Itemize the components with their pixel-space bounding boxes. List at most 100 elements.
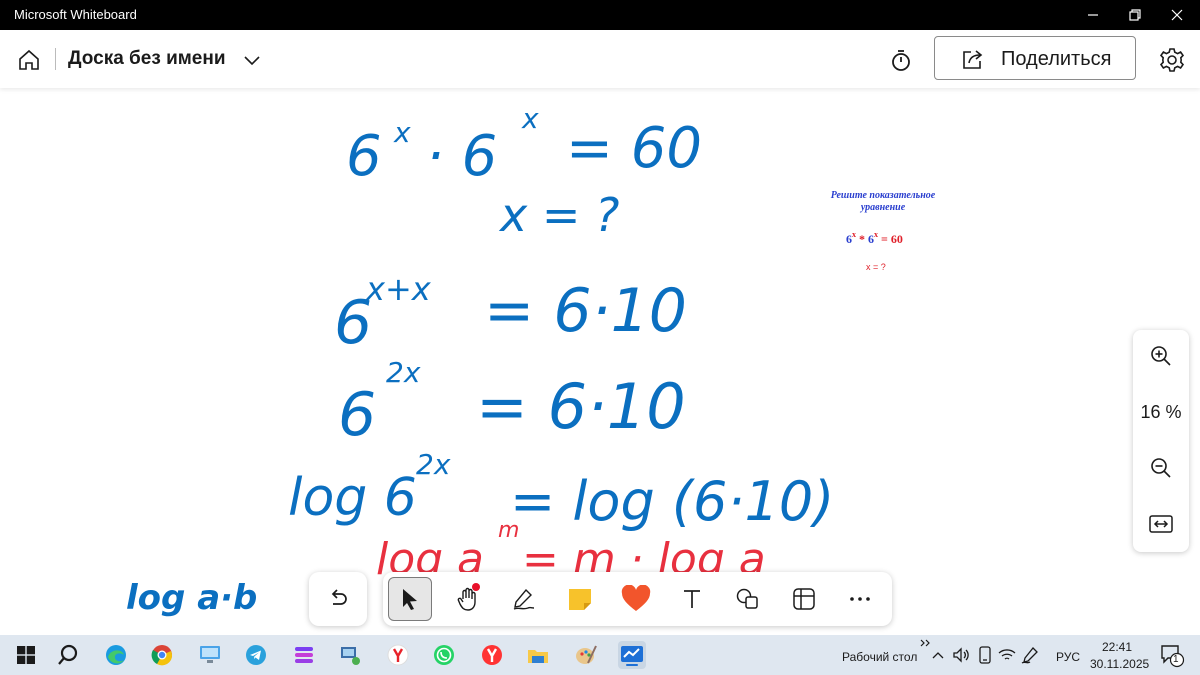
whatsapp-icon[interactable] bbox=[430, 641, 458, 669]
minimize-icon[interactable] bbox=[1072, 0, 1114, 30]
clock-date[interactable]: 30.11.2025 bbox=[1090, 657, 1149, 671]
restore-icon[interactable] bbox=[1114, 0, 1156, 30]
sticky-note-tool[interactable] bbox=[558, 577, 602, 621]
ink-eq1-mid[interactable]: · 6 bbox=[426, 124, 497, 189]
yandex-browser-icon[interactable] bbox=[384, 641, 412, 669]
zoom-in-button[interactable] bbox=[1147, 342, 1175, 370]
select-tool[interactable] bbox=[388, 577, 432, 621]
ref-equation: 6x * 6x = 60 bbox=[846, 230, 903, 247]
ink-eq4-exp[interactable]: 2x bbox=[386, 356, 420, 389]
text-tool-icon bbox=[684, 590, 700, 608]
chevron-up-icon[interactable] bbox=[928, 641, 948, 669]
home-icon bbox=[19, 49, 39, 70]
undo-icon bbox=[331, 589, 347, 605]
ink-eq1-exp2[interactable]: x bbox=[522, 102, 539, 135]
edge-icon[interactable] bbox=[102, 641, 130, 669]
sticky-note-icon bbox=[569, 589, 591, 610]
zoom-level: 16 % bbox=[1140, 402, 1182, 422]
wifi-icon[interactable] bbox=[996, 641, 1018, 669]
fit-width-icon bbox=[1149, 515, 1173, 533]
more-button[interactable] bbox=[838, 577, 882, 621]
ink-eq5-right[interactable]: = log (6·10) bbox=[510, 470, 834, 533]
yandex-icon[interactable] bbox=[478, 641, 506, 669]
select-pointer-icon bbox=[403, 589, 417, 610]
settings-button[interactable] bbox=[1156, 44, 1188, 76]
gear-icon bbox=[1159, 48, 1185, 72]
ink-eq5-left[interactable]: log 6 bbox=[288, 468, 417, 528]
ink-eq1-exp1[interactable]: x bbox=[394, 116, 411, 149]
ink-eq5-exp[interactable]: 2x bbox=[416, 448, 450, 481]
ink-eq1-right[interactable]: = 60 bbox=[566, 116, 702, 181]
ref-eq-rhs: = 60 bbox=[881, 232, 903, 246]
reactions-heart-icon bbox=[621, 585, 651, 611]
pen-icon bbox=[513, 588, 535, 610]
templates-icon bbox=[793, 588, 815, 610]
zoom-panel: 16 % bbox=[1133, 330, 1189, 552]
whiteboard-canvas[interactable]: 6 x · 6 x = 60 x = ? 6 x+x = 6·10 6 2x =… bbox=[0, 88, 1200, 635]
reference-image[interactable]: Решите показательное уравнение 6x * 6x =… bbox=[818, 190, 948, 280]
share-label: Поделиться bbox=[1001, 48, 1112, 70]
board-title[interactable]: Доска без имени bbox=[68, 48, 226, 70]
telegram-icon[interactable] bbox=[242, 641, 270, 669]
paint-icon[interactable] bbox=[572, 641, 600, 669]
ref-eq-sup1: x bbox=[852, 230, 856, 239]
zoom-out-icon bbox=[1151, 458, 1171, 478]
windows-taskbar: Рабочий стол РУС 22:41 30.11.2025 1 bbox=[0, 635, 1200, 675]
home-button[interactable] bbox=[14, 45, 44, 75]
file-explorer-icon[interactable] bbox=[524, 641, 552, 669]
shapes-tool[interactable] bbox=[726, 577, 770, 621]
reactions-tool[interactable] bbox=[614, 577, 658, 621]
ink-eq1-left[interactable]: 6 bbox=[346, 124, 382, 189]
ref-eq-op: * bbox=[859, 232, 865, 246]
ref-eq-sup2: x bbox=[874, 230, 878, 239]
ink-eq3-exp[interactable]: x+x bbox=[366, 270, 431, 308]
whiteboard-icon[interactable] bbox=[618, 641, 646, 669]
desktop-label[interactable]: Рабочий стол bbox=[842, 650, 917, 664]
shapes-icon bbox=[736, 588, 758, 609]
hand-tool[interactable] bbox=[446, 577, 490, 621]
header-divider bbox=[55, 48, 56, 70]
templates-tool[interactable] bbox=[782, 577, 826, 621]
ref-title: Решите показательное уравнение bbox=[818, 190, 948, 214]
share-icon bbox=[963, 50, 983, 69]
app-header: Доска без имени Поделиться bbox=[0, 30, 1200, 88]
close-icon[interactable] bbox=[1156, 0, 1198, 30]
ref-title-line2: уравнение bbox=[860, 202, 906, 213]
stacks-icon[interactable] bbox=[290, 641, 318, 669]
zoom-in-icon bbox=[1151, 346, 1171, 366]
notifications-icon[interactable]: 1 bbox=[1158, 641, 1186, 669]
text-tool[interactable] bbox=[670, 577, 714, 621]
pen-input-icon[interactable] bbox=[1018, 641, 1042, 669]
ink-eq2[interactable]: x = ? bbox=[500, 188, 619, 242]
pen-tool[interactable] bbox=[502, 577, 546, 621]
notification-dot bbox=[472, 583, 480, 591]
more-icon bbox=[850, 597, 870, 601]
ink-eq4-right[interactable]: = 6·10 bbox=[476, 370, 686, 443]
ink-eq6-red-exp[interactable]: m bbox=[498, 518, 519, 543]
fit-width-button[interactable] bbox=[1147, 510, 1175, 538]
ink-eq3-right[interactable]: = 6·10 bbox=[484, 276, 687, 346]
search-icon[interactable] bbox=[54, 641, 82, 669]
undo-button[interactable] bbox=[309, 572, 367, 626]
clock-time[interactable]: 22:41 bbox=[1102, 640, 1132, 654]
app-title: Microsoft Whiteboard bbox=[14, 7, 137, 22]
ink-side-note[interactable]: log a·b bbox=[126, 578, 257, 618]
share-button[interactable]: Поделиться bbox=[934, 36, 1136, 80]
language-indicator[interactable]: РУС bbox=[1056, 650, 1080, 664]
chrome-icon[interactable] bbox=[148, 641, 176, 669]
volume-icon[interactable] bbox=[950, 641, 972, 669]
window-titlebar: Microsoft Whiteboard bbox=[0, 0, 1200, 30]
ref-title-line1: Решите показательное bbox=[830, 190, 936, 201]
ink-eq4-base[interactable]: 6 bbox=[338, 380, 376, 450]
notification-count: 1 bbox=[1173, 654, 1179, 665]
battery-phone-icon[interactable] bbox=[974, 641, 996, 669]
network-pc-icon[interactable] bbox=[336, 641, 364, 669]
ref-question: x = ? bbox=[866, 262, 886, 272]
timer-button[interactable] bbox=[886, 45, 916, 75]
remote-desktop-icon[interactable] bbox=[196, 641, 224, 669]
chevron-down-icon[interactable] bbox=[242, 50, 262, 70]
timer-icon bbox=[892, 50, 910, 71]
zoom-out-button[interactable] bbox=[1147, 454, 1175, 482]
windows-start-icon[interactable] bbox=[12, 641, 40, 669]
tools-toolbar bbox=[383, 572, 892, 626]
